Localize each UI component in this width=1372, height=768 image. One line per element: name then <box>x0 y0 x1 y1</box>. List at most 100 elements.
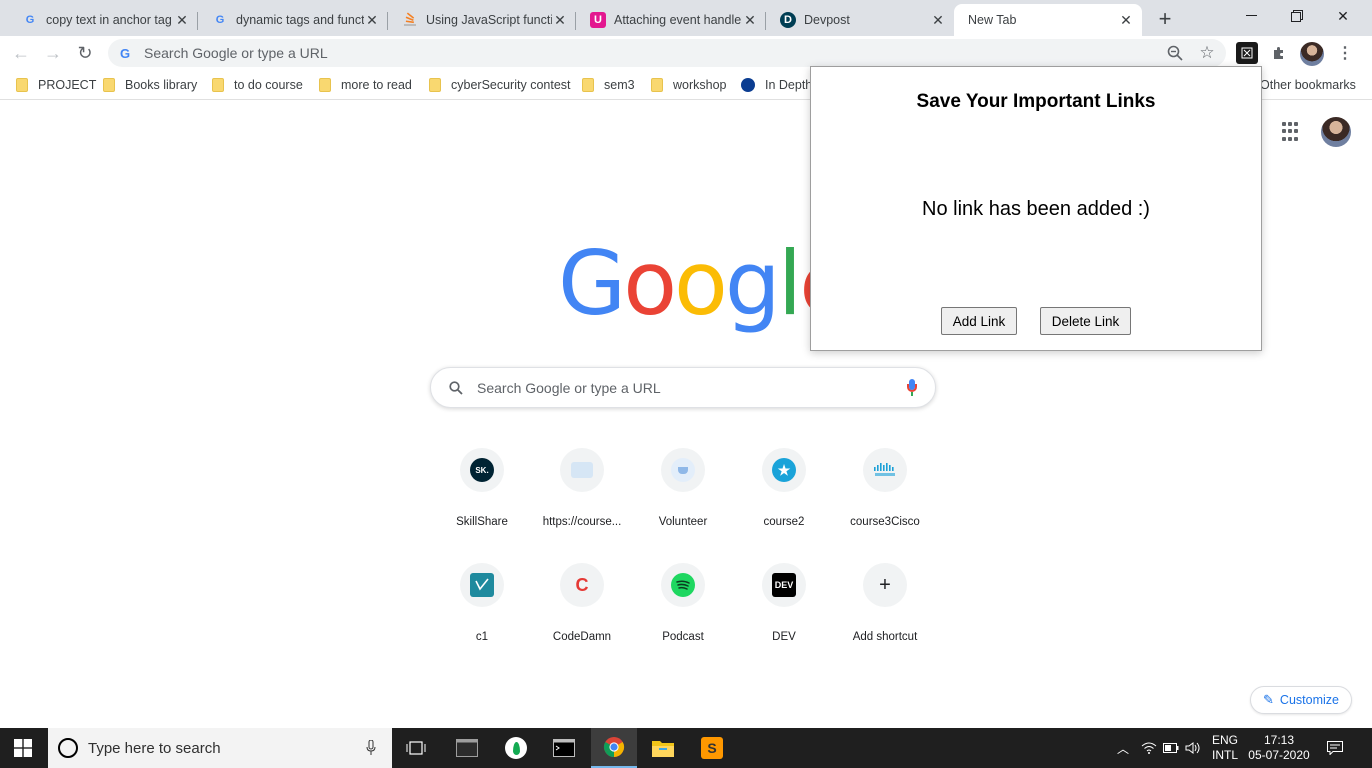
skillshare-icon: SK. <box>470 458 494 482</box>
microphone-icon[interactable] <box>907 379 917 397</box>
popup-empty-message: No link has been added :) <box>922 198 1150 220</box>
popup-title: Save Your Important Links <box>916 91 1156 112</box>
mongodb-app-icon[interactable] <box>493 728 539 768</box>
tab-devpost[interactable]: D Devpost ✕ <box>766 4 954 36</box>
shortcut-c1[interactable]: c1 <box>432 563 532 663</box>
bookmark-label: PROJECT <box>38 78 97 92</box>
tab-strip: G copy text in anchor tag ✕ G dynamic ta… <box>0 0 1372 36</box>
bookmark-in-depth[interactable]: In Depth <box>741 76 812 94</box>
profile-avatar[interactable] <box>1300 42 1324 66</box>
keyboard-layout: INTL <box>1211 748 1238 762</box>
shortcut-course[interactable]: https://course... <box>532 448 632 548</box>
task-view-icon[interactable] <box>393 728 439 768</box>
folder-icon <box>212 78 224 92</box>
bookmark-sem3[interactable]: sem3 <box>582 76 635 94</box>
notifications-icon[interactable] <box>1320 728 1350 768</box>
omnibox[interactable]: G Search Google or type a URL <box>108 39 1226 67</box>
new-tab-button[interactable]: + <box>1152 6 1178 32</box>
bookmark-project[interactable]: PROJECT <box>16 76 96 94</box>
chevron-up-icon[interactable]: ︿ <box>1114 728 1132 768</box>
dev-icon: DEV <box>772 573 796 597</box>
stackoverflow-icon <box>402 12 418 28</box>
chart-icon <box>470 573 494 597</box>
customize-label: Customize <box>1279 693 1339 707</box>
bookmark-more-to-read[interactable]: more to read <box>319 76 412 94</box>
reload-button[interactable]: ↻ <box>72 40 98 66</box>
folder-icon <box>103 78 115 92</box>
google-icon: G <box>120 45 131 61</box>
bookmark-to-do-course[interactable]: to do course <box>212 76 303 94</box>
cmd-app-icon[interactable] <box>541 728 587 768</box>
tab-copy-text[interactable]: G copy text in anchor tag ✕ <box>8 4 198 36</box>
tab-dynamic-tags[interactable]: G dynamic tags and funct ✕ <box>198 4 388 36</box>
shortcut-label: c1 <box>475 631 489 643</box>
close-icon[interactable]: ✕ <box>742 12 758 28</box>
apps-grid-icon[interactable] <box>1282 122 1302 142</box>
battery-icon[interactable] <box>1162 728 1180 768</box>
add-link-button[interactable]: Add Link <box>941 307 1017 335</box>
file-explorer-icon[interactable] <box>640 728 686 768</box>
tab-new-tab[interactable]: New Tab ✕ <box>954 4 1142 36</box>
bookmark-cybersecurity-contest[interactable]: cyberSecurity contest <box>429 76 571 94</box>
shortcut-dev[interactable]: DEV DEV <box>734 563 834 663</box>
star-icon: ★ <box>772 458 796 482</box>
shortcut-label: CodeDamn <box>552 631 612 643</box>
tab-title: Devpost <box>804 13 850 27</box>
clock-time: 17:13 <box>1263 733 1295 747</box>
shortcut-skillshare[interactable]: SK. SkillShare <box>432 448 532 548</box>
customize-button[interactable]: ✎ Customize <box>1250 686 1352 714</box>
bookmark-star-icon[interactable]: ☆ <box>1198 43 1216 62</box>
windows-start-icon[interactable] <box>0 728 46 768</box>
menu-icon[interactable]: ⋮ <box>1334 42 1356 64</box>
tab-using-javascript[interactable]: Using JavaScript functio ✕ <box>388 4 576 36</box>
shortcut-course2[interactable]: ★ course2 <box>734 448 834 548</box>
chrome-app-icon[interactable] <box>591 728 637 768</box>
ntp-search-box[interactable]: Search Google or type a URL <box>430 367 936 408</box>
other-bookmarks[interactable]: Other bookmarks <box>1260 76 1356 94</box>
shortcut-course3cisco[interactable]: course3Cisco <box>835 448 935 548</box>
google-icon: G <box>25 14 35 26</box>
shortcut-codedamn[interactable]: C CodeDamn <box>532 563 632 663</box>
plus-icon: + <box>879 573 891 596</box>
shortcut-podcast[interactable]: Podcast <box>633 563 733 663</box>
back-button[interactable]: ← <box>8 40 34 66</box>
zoom-icon[interactable] <box>1166 44 1184 62</box>
shortcut-label: course3Cisco <box>850 516 920 528</box>
sublime-text-icon[interactable]: S <box>689 728 735 768</box>
forward-button[interactable]: → <box>40 40 66 66</box>
close-icon[interactable]: ✕ <box>174 12 190 28</box>
close-icon[interactable]: ✕ <box>930 12 946 28</box>
clock[interactable]: 17:13 05-07-2020 <box>1246 728 1312 768</box>
tab-title: Using JavaScript functio <box>426 13 552 27</box>
wifi-icon[interactable] <box>1140 728 1158 768</box>
language-indicator[interactable]: ENG INTL <box>1208 728 1242 768</box>
bookmark-label: more to read <box>341 78 412 92</box>
shortcut-label: SkillShare <box>456 516 508 528</box>
delete-link-button[interactable]: Delete Link <box>1040 307 1131 335</box>
close-icon[interactable]: ✕ <box>552 12 568 28</box>
account-avatar[interactable] <box>1321 117 1351 147</box>
taskbar-search-box[interactable]: Type here to search <box>48 728 392 768</box>
bookmark-books-library[interactable]: Books library <box>103 76 197 94</box>
shortcut-volunteer[interactable]: Volunteer <box>633 448 733 548</box>
extension-links-icon[interactable] <box>1236 42 1258 64</box>
restore-button[interactable] <box>1274 0 1320 32</box>
ntp-search-placeholder: Search Google or type a URL <box>477 379 661 396</box>
bookmark-label: Books library <box>125 78 198 92</box>
close-icon[interactable]: ✕ <box>364 12 380 28</box>
shortcut-label: Add shortcut <box>852 631 918 643</box>
close-window-button[interactable]: ✕ <box>1320 0 1366 32</box>
volume-icon[interactable] <box>1184 728 1202 768</box>
bookmark-workshop[interactable]: workshop <box>651 76 727 94</box>
shortcut-label: Podcast <box>662 631 704 643</box>
tab-attaching-event[interactable]: U Attaching event handler ✕ <box>576 4 766 36</box>
close-icon[interactable]: ✕ <box>1118 12 1134 28</box>
minimize-button[interactable] <box>1228 0 1274 32</box>
terminal-app-icon[interactable] <box>444 728 490 768</box>
taskbar-mic-icon[interactable] <box>366 740 376 756</box>
shortcut-add[interactable]: + Add shortcut <box>835 563 935 663</box>
puzzle-icon[interactable] <box>1268 42 1290 64</box>
folder-icon <box>429 78 441 92</box>
cisco-icon <box>873 458 897 482</box>
toolbar: ← → ↻ G Search Google or type a URL ☆ ⋮ <box>0 36 1372 70</box>
